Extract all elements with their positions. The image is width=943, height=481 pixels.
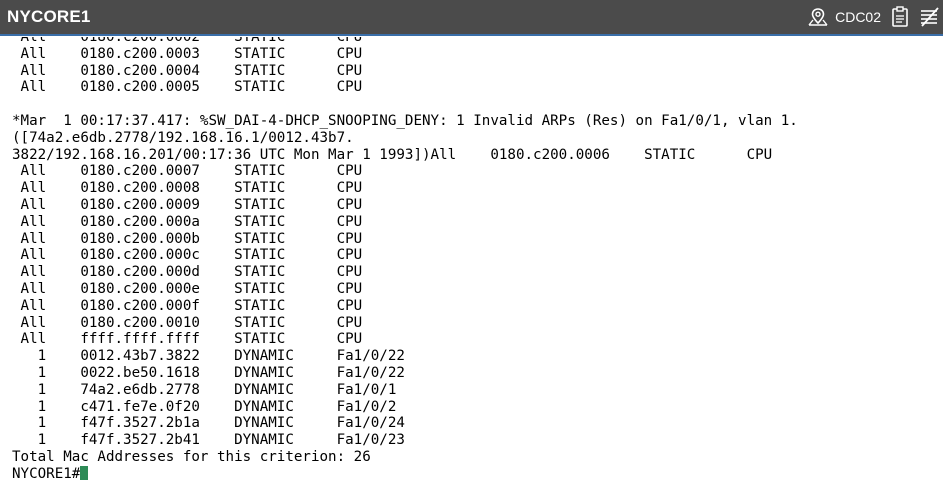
terminal-line: 1 c471.fe7e.0f20 DYNAMIC Fa1/0/2 [12, 398, 397, 415]
window-title: NYCORE1 [7, 7, 91, 26]
terminal-cursor [80, 465, 89, 480]
terminal-prompt-line[interactable]: NYCORE1# [12, 465, 798, 481]
terminal-line: All 0180.c200.000d STATIC CPU [12, 264, 363, 281]
title-bar: NYCORE1 CDC02 [0, 0, 943, 34]
terminal-line: 1 0022.be50.1618 DYNAMIC Fa1/0/22 [12, 364, 405, 381]
terminal-line: 1 74a2.e6db.2778 DYNAMIC Fa1/0/1 [12, 381, 397, 398]
terminal-line: All 0180.c200.0003 STATIC CPU [12, 45, 363, 62]
terminal-line: All 0180.c200.0007 STATIC CPU [12, 163, 363, 180]
terminal-line: 3822/192.168.16.201/00:17:36 UTC Mon Mar… [12, 146, 773, 163]
terminal-line: 1 f47f.3527.2b41 DYNAMIC Fa1/0/23 [12, 432, 405, 449]
terminal-line: Total Mac Addresses for this criterion: … [12, 448, 371, 465]
terminal-line: All 0180.c200.0005 STATIC CPU [12, 79, 363, 96]
terminal-prompt: NYCORE1# [12, 465, 81, 481]
clipboard-icon[interactable] [891, 6, 909, 28]
terminal-line: All ffff.ffff.ffff STATIC CPU [12, 331, 363, 348]
terminal-line: All 0180.c200.000b STATIC CPU [12, 230, 363, 247]
location-label[interactable]: CDC02 [835, 9, 881, 25]
location-pin-icon[interactable] [807, 7, 829, 27]
disabled-lines-icon[interactable] [919, 7, 939, 27]
terminal-line: All 0180.c200.0009 STATIC CPU [12, 196, 363, 213]
title-bar-divider [0, 34, 943, 36]
terminal-output[interactable]: All 0180.c200.0002 STATIC CPU All 0180.c… [0, 37, 943, 481]
terminal-line: All 0180.c200.0010 STATIC CPU [12, 314, 363, 331]
terminal-line: All 0180.c200.0004 STATIC CPU [12, 62, 363, 79]
terminal-line: 1 0012.43b7.3822 DYNAMIC Fa1/0/22 [12, 348, 405, 365]
terminal-line: All 0180.c200.000c STATIC CPU [12, 247, 363, 264]
terminal-line: All 0180.c200.0008 STATIC CPU [12, 180, 363, 197]
terminal-line: All 0180.c200.000e STATIC CPU [12, 280, 363, 297]
terminal-line: ([74a2.e6db.2778/192.168.16.1/0012.43b7. [12, 129, 354, 146]
terminal-line: All 0180.c200.000f STATIC CPU [12, 297, 363, 314]
terminal-line: 1 f47f.3527.2b1a DYNAMIC Fa1/0/24 [12, 415, 405, 432]
terminal-line: All 0180.c200.0002 STATIC CPU [12, 37, 363, 45]
terminal-line: *Mar 1 00:17:37.417: %SW_DAI-4-DHCP_SNOO… [12, 112, 798, 129]
toolbar-right: CDC02 [807, 0, 943, 34]
terminal-line: All 0180.c200.000a STATIC CPU [12, 213, 363, 230]
terminal-lines: All 0180.c200.0002 STATIC CPU All 0180.c… [12, 37, 798, 481]
